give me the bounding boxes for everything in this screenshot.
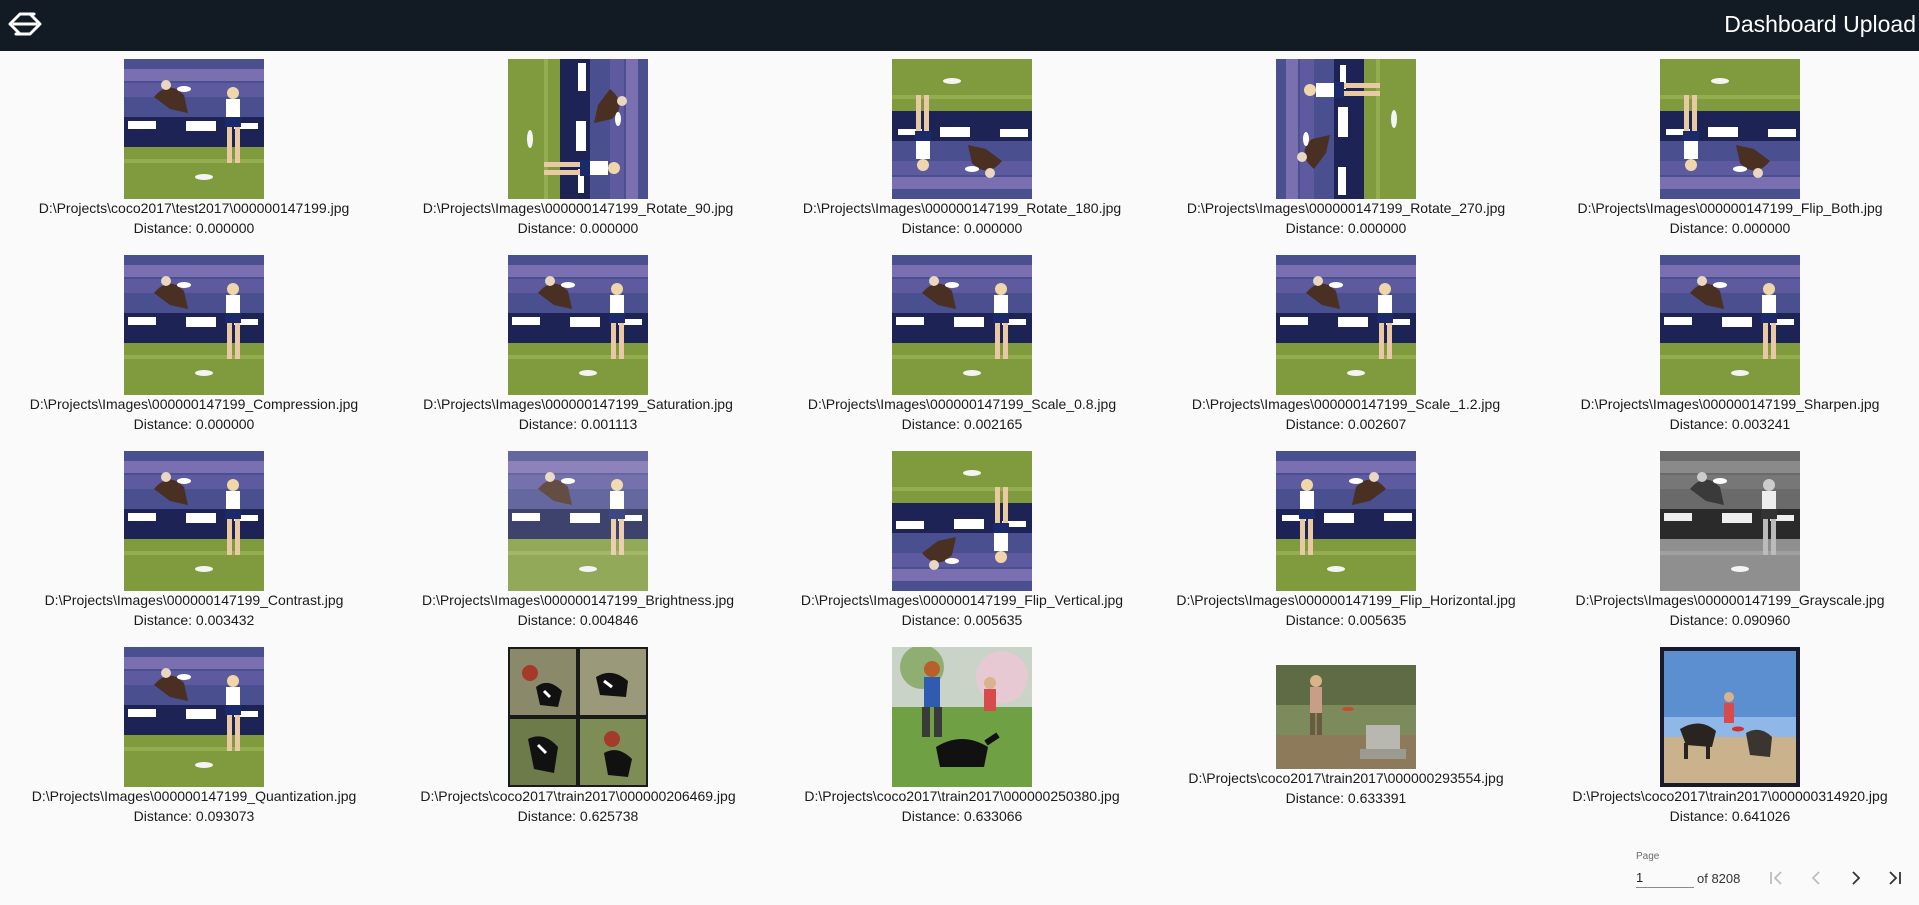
result-thumbnail[interactable] xyxy=(892,59,1032,199)
result-card: D:\Projects\Images\000000147199_Quantiza… xyxy=(2,639,386,835)
result-thumbnail[interactable] xyxy=(124,59,264,199)
result-file-path: D:\Projects\Images\000000147199_Scale_0.… xyxy=(807,396,1117,412)
result-card: D:\Projects\Images\000000147199_Brightne… xyxy=(386,443,770,639)
result-card: D:\Projects\coco2017\train2017\000000206… xyxy=(386,639,770,835)
result-card: D:\Projects\Images\000000147199_Rotate_9… xyxy=(386,51,770,247)
result-file-path: D:\Projects\coco2017\train2017\000000206… xyxy=(420,788,736,804)
result-file-path: D:\Projects\Images\000000147199_Contrast… xyxy=(44,592,344,608)
result-distance: Distance: 0.005635 xyxy=(901,612,1023,628)
result-card: D:\Projects\coco2017\train2017\000000314… xyxy=(1538,639,1919,835)
result-file-path: D:\Projects\Images\000000147199_Sharpen.… xyxy=(1580,396,1880,412)
result-card: D:\Projects\Images\000000147199_Grayscal… xyxy=(1538,443,1919,639)
result-thumbnail[interactable] xyxy=(1276,59,1416,199)
result-card: D:\Projects\coco2017\test2017\0000001471… xyxy=(2,51,386,247)
result-thumbnail[interactable] xyxy=(892,255,1032,395)
result-thumbnail[interactable] xyxy=(1276,665,1416,769)
result-distance: Distance: 0.003432 xyxy=(133,612,255,628)
result-thumbnail[interactable] xyxy=(1660,255,1800,395)
result-distance: Distance: 0.000000 xyxy=(1285,220,1407,236)
result-thumbnail[interactable] xyxy=(1660,59,1800,199)
result-card: D:\Projects\Images\000000147199_Scale_1.… xyxy=(1154,247,1538,443)
previous-page-button[interactable] xyxy=(1801,863,1831,893)
result-file-path: D:\Projects\coco2017\train2017\000000314… xyxy=(1572,788,1888,804)
result-distance: Distance: 0.000000 xyxy=(133,220,255,236)
result-card: D:\Projects\coco2017\train2017\000000250… xyxy=(770,639,1154,835)
app-toolbar: Dashboard Upload xyxy=(0,0,1919,51)
result-distance: Distance: 0.000000 xyxy=(1669,220,1791,236)
result-file-path: D:\Projects\Images\000000147199_Compress… xyxy=(29,396,359,412)
result-file-path: D:\Projects\Images\000000147199_Quantiza… xyxy=(31,788,357,804)
result-distance: Distance: 0.633066 xyxy=(901,808,1023,824)
result-distance: Distance: 0.004846 xyxy=(517,612,639,628)
result-thumbnail[interactable] xyxy=(508,647,648,787)
result-card: D:\Projects\Images\000000147199_Scale_0.… xyxy=(770,247,1154,443)
result-distance: Distance: 0.000000 xyxy=(133,416,255,432)
result-distance: Distance: 0.002607 xyxy=(1285,416,1407,432)
paginator: Page of 8208 xyxy=(1632,845,1919,905)
result-distance: Distance: 0.002165 xyxy=(901,416,1023,432)
result-card: D:\Projects\Images\000000147199_Sharpen.… xyxy=(1538,247,1919,443)
result-file-path: D:\Projects\Images\000000147199_Flip_Bot… xyxy=(1577,200,1883,216)
result-thumbnail[interactable] xyxy=(1276,451,1416,591)
first-page-icon xyxy=(1770,871,1782,885)
result-card: D:\Projects\Images\000000147199_Contrast… xyxy=(2,443,386,639)
page-label: Page xyxy=(1636,851,1660,862)
app-title: Dashboard Upload xyxy=(1724,11,1916,37)
result-file-path: D:\Projects\Images\000000147199_Saturati… xyxy=(423,396,733,412)
result-file-path: D:\Projects\Images\000000147199_Brightne… xyxy=(421,592,735,608)
result-distance: Distance: 0.633391 xyxy=(1285,790,1407,806)
result-thumbnail[interactable] xyxy=(1276,255,1416,395)
result-thumbnail[interactable] xyxy=(1660,647,1800,787)
result-card: D:\Projects\Images\000000147199_Flip_Ver… xyxy=(770,443,1154,639)
last-page-icon xyxy=(1889,871,1901,885)
result-distance: Distance: 0.000000 xyxy=(901,220,1023,236)
first-page-button[interactable] xyxy=(1761,863,1791,893)
result-distance: Distance: 0.090960 xyxy=(1669,612,1791,628)
result-card: D:\Projects\coco2017\train2017\000000293… xyxy=(1154,639,1538,835)
result-card: D:\Projects\Images\000000147199_Flip_Bot… xyxy=(1538,51,1919,247)
result-distance: Distance: 0.641026 xyxy=(1669,808,1791,824)
result-thumbnail[interactable] xyxy=(1660,451,1800,591)
result-thumbnail[interactable] xyxy=(124,451,264,591)
page-number-input[interactable] xyxy=(1636,867,1694,888)
result-thumbnail[interactable] xyxy=(124,255,264,395)
results-grid: D:\Projects\coco2017\test2017\0000001471… xyxy=(0,51,1919,831)
result-card: D:\Projects\Images\000000147199_Compress… xyxy=(2,247,386,443)
result-thumbnail[interactable] xyxy=(892,647,1032,787)
result-thumbnail[interactable] xyxy=(892,451,1032,591)
result-thumbnail[interactable] xyxy=(508,451,648,591)
result-file-path: D:\Projects\Images\000000147199_Flip_Hor… xyxy=(1176,592,1516,608)
result-file-path: D:\Projects\Images\000000147199_Grayscal… xyxy=(1575,592,1885,608)
chevron-left-icon xyxy=(1811,871,1820,885)
result-file-path: D:\Projects\Images\000000147199_Rotate_1… xyxy=(802,200,1122,216)
result-card: D:\Projects\Images\000000147199_Saturati… xyxy=(386,247,770,443)
result-file-path: D:\Projects\coco2017\test2017\0000001471… xyxy=(38,200,350,216)
swap-arrows-logo-icon[interactable] xyxy=(4,6,46,42)
result-file-path: D:\Projects\Images\000000147199_Scale_1.… xyxy=(1191,396,1501,412)
result-thumbnail[interactable] xyxy=(124,647,264,787)
result-thumbnail[interactable] xyxy=(508,255,648,395)
result-distance: Distance: 0.005635 xyxy=(1285,612,1407,628)
result-thumbnail[interactable] xyxy=(508,59,648,199)
result-card: D:\Projects\Images\000000147199_Rotate_2… xyxy=(1154,51,1538,247)
result-file-path: D:\Projects\coco2017\train2017\000000293… xyxy=(1188,770,1504,786)
result-file-path: D:\Projects\Images\000000147199_Rotate_2… xyxy=(1186,200,1506,216)
next-page-button[interactable] xyxy=(1841,863,1871,893)
result-file-path: D:\Projects\Images\000000147199_Rotate_9… xyxy=(422,200,734,216)
result-distance: Distance: 0.001113 xyxy=(518,416,638,432)
result-file-path: D:\Projects\Images\000000147199_Flip_Ver… xyxy=(800,592,1124,608)
result-distance: Distance: 0.625738 xyxy=(517,808,639,824)
result-distance: Distance: 0.093073 xyxy=(133,808,255,824)
page-total-label: of 8208 xyxy=(1697,871,1741,886)
result-card: D:\Projects\Images\000000147199_Flip_Hor… xyxy=(1154,443,1538,639)
result-distance: Distance: 0.003241 xyxy=(1669,416,1791,432)
chevron-right-icon xyxy=(1852,871,1861,885)
last-page-button[interactable] xyxy=(1880,863,1910,893)
result-card: D:\Projects\Images\000000147199_Rotate_1… xyxy=(770,51,1154,247)
result-distance: Distance: 0.000000 xyxy=(517,220,639,236)
result-file-path: D:\Projects\coco2017\train2017\000000250… xyxy=(804,788,1120,804)
